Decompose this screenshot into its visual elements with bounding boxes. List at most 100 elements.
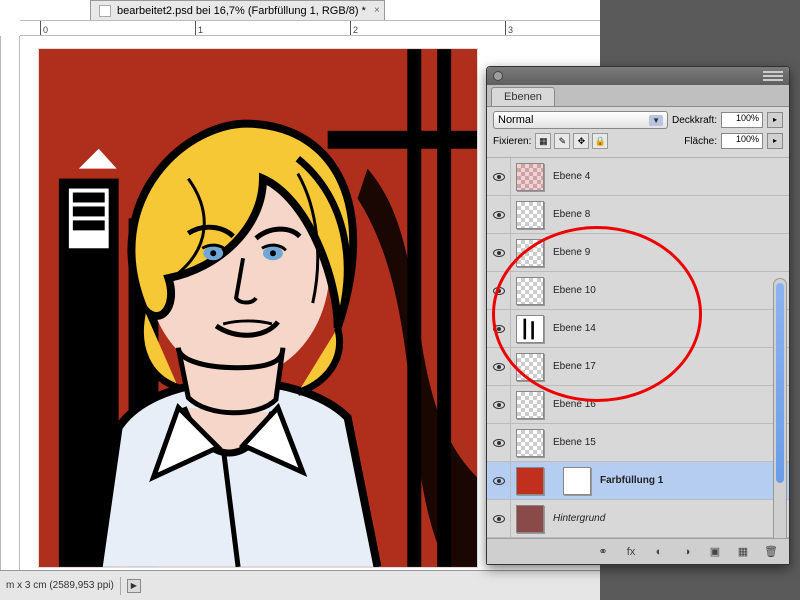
status-menu-button[interactable]: ▶ [127,579,141,593]
layer-thumbnail[interactable] [516,353,544,381]
fill-flyout-button[interactable]: ▸ [767,133,783,149]
lock-label: Fixieren: [493,136,531,147]
new-layer-icon[interactable]: ▦ [733,543,753,561]
layer-name[interactable]: Ebene 17 [549,361,789,372]
visibility-toggle[interactable] [487,272,511,309]
lock-transparency-icon[interactable]: ▦ [535,133,551,149]
scrollbar[interactable] [773,278,787,538]
document-tab[interactable]: bearbeitet2.psd bei 16,7% (Farbfüllung 1… [90,0,385,20]
visibility-toggle[interactable] [487,158,511,195]
ruler-horizontal: 0 1 2 3 [20,20,600,36]
ruler-mark: 3 [505,21,515,35]
eye-icon [493,515,505,523]
lock-position-icon[interactable]: ✥ [573,133,589,149]
document-title: bearbeitet2.psd bei 16,7% (Farbfüllung 1… [117,5,366,17]
eye-icon [493,211,505,219]
lock-buttons: ▦ ✎ ✥ 🔒 [535,133,608,149]
delete-layer-icon[interactable]: 🗑 [761,543,781,561]
visibility-toggle[interactable] [487,386,511,423]
layer-mask-thumbnail[interactable] [563,467,591,495]
layer-name[interactable]: Ebene 15 [549,437,789,448]
layer-name[interactable]: Ebene 16 [549,399,789,410]
panel-menu-icon[interactable] [763,70,783,82]
layer-thumbnail[interactable] [516,239,544,267]
layer-row[interactable]: Hintergrund [487,500,789,538]
link-layers-icon[interactable]: ⚭ [593,543,613,561]
fill-label: Fläche: [684,136,717,147]
layer-row[interactable]: Farbfüllung 1 [487,462,789,500]
panel-tabs: Ebenen [487,85,789,107]
artwork [39,49,477,567]
tab-layers[interactable]: Ebenen [491,87,555,106]
visibility-toggle[interactable] [487,462,511,499]
status-bar: m x 3 cm (2589,953 ppi) ▶ [0,570,600,600]
layer-name[interactable]: Ebene 8 [549,209,789,220]
panel-collapse-button[interactable] [493,71,503,81]
layer-thumbnail[interactable] [516,277,544,305]
layer-row[interactable]: Ebene 8 [487,196,789,234]
blend-mode-value: Normal [498,114,533,126]
new-group-icon[interactable]: ▣ [705,543,725,561]
eye-icon [493,249,505,257]
panel-titlebar[interactable] [487,67,789,85]
visibility-toggle[interactable] [487,196,511,233]
eye-icon [493,173,505,181]
visibility-toggle[interactable] [487,310,511,347]
lock-pixels-icon[interactable]: ✎ [554,133,570,149]
layer-row[interactable]: Ebene 9 [487,234,789,272]
adjustment-layer-icon[interactable]: ◑ [677,543,697,561]
blend-mode-select[interactable]: Normal ▼ [493,111,668,129]
layer-row[interactable]: Ebene 10 [487,272,789,310]
eye-icon [493,439,505,447]
layer-name[interactable]: Ebene 4 [549,171,789,182]
fill-input[interactable]: 100% [721,133,763,149]
eye-icon [493,325,505,333]
visibility-toggle[interactable] [487,424,511,461]
visibility-toggle[interactable] [487,348,511,385]
ruler-vertical [0,36,20,570]
layer-thumbnail[interactable] [516,391,544,419]
layer-thumbnail[interactable] [516,201,544,229]
opacity-flyout-button[interactable]: ▸ [767,112,783,128]
layer-thumbnail[interactable] [516,505,544,533]
layer-thumbnail[interactable] [516,467,544,495]
close-icon[interactable]: × [374,5,380,16]
layer-name[interactable]: Ebene 14 [549,323,789,334]
layer-name[interactable]: Ebene 9 [549,247,789,258]
layer-name[interactable]: Hintergrund [549,513,789,524]
eye-icon [493,477,505,485]
layer-list: Ebene 4 Ebene 8 Ebene 9 Ebene 10 Ebene 1… [487,158,789,538]
layer-row[interactable]: Ebene 16 [487,386,789,424]
visibility-toggle[interactable] [487,500,511,537]
eye-icon [493,287,505,295]
visibility-toggle[interactable] [487,234,511,271]
ruler-mark: 2 [350,21,360,35]
eye-icon [493,401,505,409]
file-icon [99,5,111,17]
panel-controls: Normal ▼ Deckkraft: 100% ▸ Fixieren: ▦ ✎… [487,107,789,158]
layer-thumbnail[interactable] [516,315,544,343]
opacity-label: Deckkraft: [672,115,717,126]
layer-row[interactable]: Ebene 4 [487,158,789,196]
layer-row[interactable]: Ebene 14 [487,310,789,348]
divider [120,577,121,595]
chevron-down-icon: ▼ [649,115,663,126]
panel-footer: ⚭ fx ◐ ◑ ▣ ▦ 🗑 [487,538,789,564]
layer-thumbnail[interactable] [516,429,544,457]
layer-row[interactable]: Ebene 15 [487,424,789,462]
ruler-mark: 0 [40,21,50,35]
lock-all-icon[interactable]: 🔒 [592,133,608,149]
eye-icon [493,363,505,371]
ruler-mark: 1 [195,21,205,35]
layer-name[interactable]: Farbfüllung 1 [596,475,789,486]
opacity-input[interactable]: 100% [721,112,763,128]
layer-row[interactable]: Ebene 17 [487,348,789,386]
layer-thumbnail[interactable] [516,163,544,191]
layer-name[interactable]: Ebene 10 [549,285,789,296]
status-dimensions: m x 3 cm (2589,953 ppi) [6,580,114,591]
layers-panel: Ebenen Normal ▼ Deckkraft: 100% ▸ Fixier… [486,66,790,565]
layer-mask-icon[interactable]: ◐ [649,543,669,561]
layer-style-icon[interactable]: fx [621,543,641,561]
canvas[interactable] [38,48,478,568]
scrollbar-thumb[interactable] [776,283,784,483]
